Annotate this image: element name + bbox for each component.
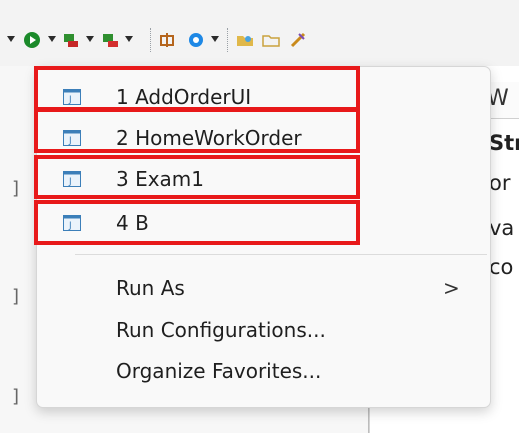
- external-tools-dropdown-arrow-icon[interactable]: [211, 36, 219, 42]
- menu-item-label: Run Configurations...: [116, 318, 326, 342]
- dropdown-arrow-icon[interactable]: [7, 36, 15, 42]
- coverage-icon[interactable]: [101, 31, 119, 49]
- external-tools-icon[interactable]: [187, 31, 205, 49]
- code-fragment: or: [489, 171, 511, 195]
- bracket-fragment: ]: [12, 386, 20, 407]
- build-icon[interactable]: [158, 31, 176, 49]
- ide-toolbar: [0, 0, 519, 66]
- code-fragment: Str: [489, 131, 519, 155]
- coverage-dropdown-arrow-icon[interactable]: [125, 36, 133, 42]
- open-folder-icon[interactable]: [236, 31, 254, 49]
- menu-item-label: Run As: [116, 276, 185, 300]
- run-icon[interactable]: [23, 31, 41, 49]
- bracket-fragment: ]: [12, 178, 20, 199]
- open-file-icon[interactable]: [262, 31, 280, 49]
- menu-separator: [75, 254, 487, 255]
- debug-icon[interactable]: [62, 31, 80, 49]
- code-fragment: va: [489, 216, 515, 240]
- menu-item-run-configurations[interactable]: Run Configurations...: [37, 310, 490, 350]
- menu-item-organize-favorites[interactable]: Organize Favorites...: [37, 351, 490, 391]
- bracket-fragment: ]: [12, 286, 20, 307]
- highlight-box: [34, 66, 360, 111]
- chevron-right-icon: >: [443, 276, 460, 300]
- highlight-box: [34, 155, 360, 199]
- debug-dropdown-arrow-icon[interactable]: [86, 36, 94, 42]
- code-fragment: co: [489, 255, 514, 279]
- toolbar-separator: [227, 28, 229, 52]
- run-dropdown-arrow-icon[interactable]: [48, 36, 56, 42]
- highlight-box: [34, 200, 360, 245]
- menu-item-run-as[interactable]: Run As >: [37, 268, 490, 308]
- menu-item-label: Organize Favorites...: [116, 359, 322, 383]
- toolbar-separator: [150, 28, 152, 52]
- pen-icon[interactable]: [289, 31, 307, 49]
- highlight-box: [34, 108, 360, 153]
